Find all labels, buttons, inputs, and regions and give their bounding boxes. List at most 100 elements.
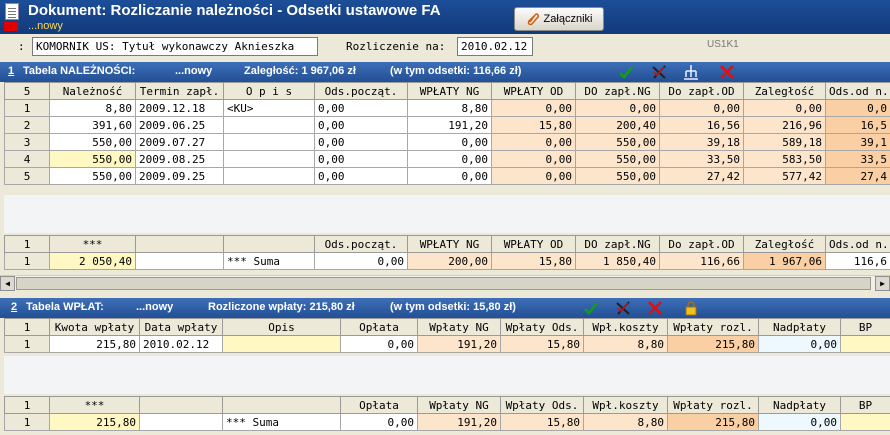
table-row[interactable]: 4 550,00 2009.08.25 0,00 0,00 0,00 550,00 33,50… [4, 150, 890, 168]
wpl-col-header[interactable]: Opis [222, 318, 341, 336]
komornik-field[interactable]: KOMORNIK US: Tytuł wykonawczy Aknieszka [32, 37, 318, 56]
delete-icon[interactable] [718, 63, 736, 81]
naleznosci-scrollbar[interactable]: ◀ ▶ [0, 275, 890, 291]
row-index[interactable]: 2 [4, 116, 50, 134]
nal-cell[interactable]: 391,60 [49, 116, 136, 134]
wpl-col-header[interactable]: Data wpłaty [139, 318, 223, 336]
nal-cell[interactable]: 0,00 [314, 150, 408, 168]
nal-cell[interactable] [223, 133, 315, 151]
wpl-cell[interactable]: 15,80 [500, 335, 584, 353]
nal-cell[interactable]: 15,80 [491, 116, 576, 134]
wpl-cell[interactable]: 0,00 [340, 335, 418, 353]
nal-cell[interactable]: 0,00 [407, 150, 492, 168]
nal-cell[interactable]: 0,00 [314, 116, 408, 134]
nal-cell[interactable]: 583,50 [743, 150, 826, 168]
nal-cell[interactable]: 200,40 [575, 116, 660, 134]
wpl-cell[interactable]: 215,80 [49, 335, 140, 353]
cancel-edit-icon[interactable] [614, 299, 632, 317]
nal-cell[interactable]: 0,0 [825, 99, 890, 117]
nal-cell[interactable]: 0,00 [659, 99, 744, 117]
scroll-right-icon[interactable]: ▶ [875, 276, 890, 291]
nal-cell[interactable]: 2009.12.18 [135, 99, 224, 117]
nal-col-header[interactable]: Ods.począt. [314, 82, 408, 100]
nal-cell[interactable]: 33,5 [825, 150, 890, 168]
nal-cell[interactable]: 577,42 [743, 167, 826, 185]
table-row[interactable]: 3 550,00 2009.07.27 0,00 0,00 0,00 550,00 39,18… [4, 133, 890, 151]
attachments-button[interactable]: Załączniki [514, 7, 604, 31]
wpl-col-header[interactable]: Kwota wpłaty [49, 318, 140, 336]
nal-cell[interactable]: 16,5 [825, 116, 890, 134]
nal-cell[interactable]: 33,50 [659, 150, 744, 168]
nal-cell[interactable]: 2009.09.25 [135, 167, 224, 185]
nal-cell[interactable]: 0,00 [743, 99, 826, 117]
wpl-col-header[interactable]: Wpłaty NG [417, 318, 501, 336]
table-row[interactable]: 1 215,80 2010.02.12 0,00 191,20 15,80 8,80 215,… [4, 335, 890, 353]
scroll-left-icon[interactable]: ◀ [0, 276, 15, 291]
wpl-cell[interactable]: 191,20 [417, 335, 501, 353]
nal-cell[interactable] [223, 150, 315, 168]
nal-cell[interactable]: 0,00 [407, 133, 492, 151]
accept-icon[interactable] [582, 299, 600, 317]
row-index[interactable]: 1 [4, 99, 50, 117]
cancel-edit-icon[interactable] [650, 63, 668, 81]
wpl-cell[interactable]: 8,80 [583, 335, 668, 353]
nal-cell[interactable]: <KU> [223, 99, 315, 117]
nal-cell[interactable]: 39,18 [659, 133, 744, 151]
nal-cell[interactable]: 589,18 [743, 133, 826, 151]
nal-cell[interactable]: 8,80 [407, 99, 492, 117]
wpl-col-header[interactable]: BP [840, 318, 890, 336]
nal-col-header[interactable]: Do zapł.OD [659, 82, 744, 100]
rozliczenie-date-field[interactable]: 2010.02.12 [457, 37, 533, 56]
nal-cell[interactable]: 2009.06.25 [135, 116, 224, 134]
nal-cell[interactable]: 0,00 [491, 133, 576, 151]
nal-cell[interactable]: 550,00 [575, 167, 660, 185]
row-index[interactable]: 5 [4, 167, 50, 185]
nal-cell[interactable]: 0,00 [491, 99, 576, 117]
nal-cell[interactable]: 39,1 [825, 133, 890, 151]
nal-cell[interactable]: 0,00 [575, 99, 660, 117]
nal-cell[interactable]: 0,00 [491, 167, 576, 185]
row-index[interactable]: 4 [4, 150, 50, 168]
nal-cell[interactable]: 16,56 [659, 116, 744, 134]
nal-col-header[interactable]: Należność [49, 82, 136, 100]
nal-cell[interactable]: 550,00 [575, 133, 660, 151]
nal-cell[interactable]: 27,4 [825, 167, 890, 185]
nal-cell[interactable]: 8,80 [49, 99, 136, 117]
row-index[interactable]: 1 [4, 335, 50, 353]
wpl-cell[interactable]: 2010.02.12 [139, 335, 223, 353]
nal-cell[interactable]: 550,00 [49, 150, 136, 168]
delete-icon[interactable] [646, 299, 664, 317]
nal-col-header[interactable]: O p i s [223, 82, 315, 100]
nal-col-header[interactable]: Termin zapł. [135, 82, 224, 100]
accept-icon[interactable] [617, 63, 635, 81]
nal-col-header[interactable]: Ods.od n. [825, 82, 890, 100]
nal-cell[interactable]: 0,00 [314, 99, 408, 117]
table-row[interactable]: 2 391,60 2009.06.25 0,00 191,20 15,80 200,40 16… [4, 116, 890, 134]
nal-cell[interactable]: 550,00 [49, 133, 136, 151]
nal-cell[interactable] [223, 167, 315, 185]
table-row[interactable]: 1 8,80 2009.12.18 <KU> 0,00 8,80 0,00 0,00 0,00 0… [4, 99, 890, 117]
nal-col-header[interactable]: WPŁATY NG [407, 82, 492, 100]
nal-cell[interactable] [223, 116, 315, 134]
nal-cell[interactable]: 0,00 [491, 150, 576, 168]
nal-cell[interactable]: 216,96 [743, 116, 826, 134]
wpl-cell[interactable] [222, 335, 341, 353]
scroll-thumb[interactable] [16, 277, 871, 290]
wpl-col-header[interactable]: Nadpłaty [758, 318, 841, 336]
lock-icon[interactable] [682, 299, 700, 317]
row-index[interactable]: 3 [4, 133, 50, 151]
wpl-col-header[interactable]: Wpłaty rozl. [667, 318, 759, 336]
wpl-cell[interactable]: 0,00 [758, 335, 841, 353]
wpl-col-header[interactable]: Wpłaty Ods. [500, 318, 584, 336]
wpl-col-header[interactable]: Wpł.koszty [583, 318, 668, 336]
nal-cell[interactable]: 550,00 [575, 150, 660, 168]
wpl-cell[interactable] [840, 335, 890, 353]
nal-cell[interactable]: 2009.07.27 [135, 133, 224, 151]
nal-cell[interactable]: 0,00 [407, 167, 492, 185]
nal-cell[interactable]: 2009.08.25 [135, 150, 224, 168]
nal-col-header[interactable]: DO zapł.NG [575, 82, 660, 100]
wpl-cell[interactable]: 215,80 [667, 335, 759, 353]
split-icon[interactable] [682, 63, 700, 81]
table-row[interactable]: 5 550,00 2009.09.25 0,00 0,00 0,00 550,00 27,42… [4, 167, 890, 185]
nal-cell[interactable]: 550,00 [49, 167, 136, 185]
